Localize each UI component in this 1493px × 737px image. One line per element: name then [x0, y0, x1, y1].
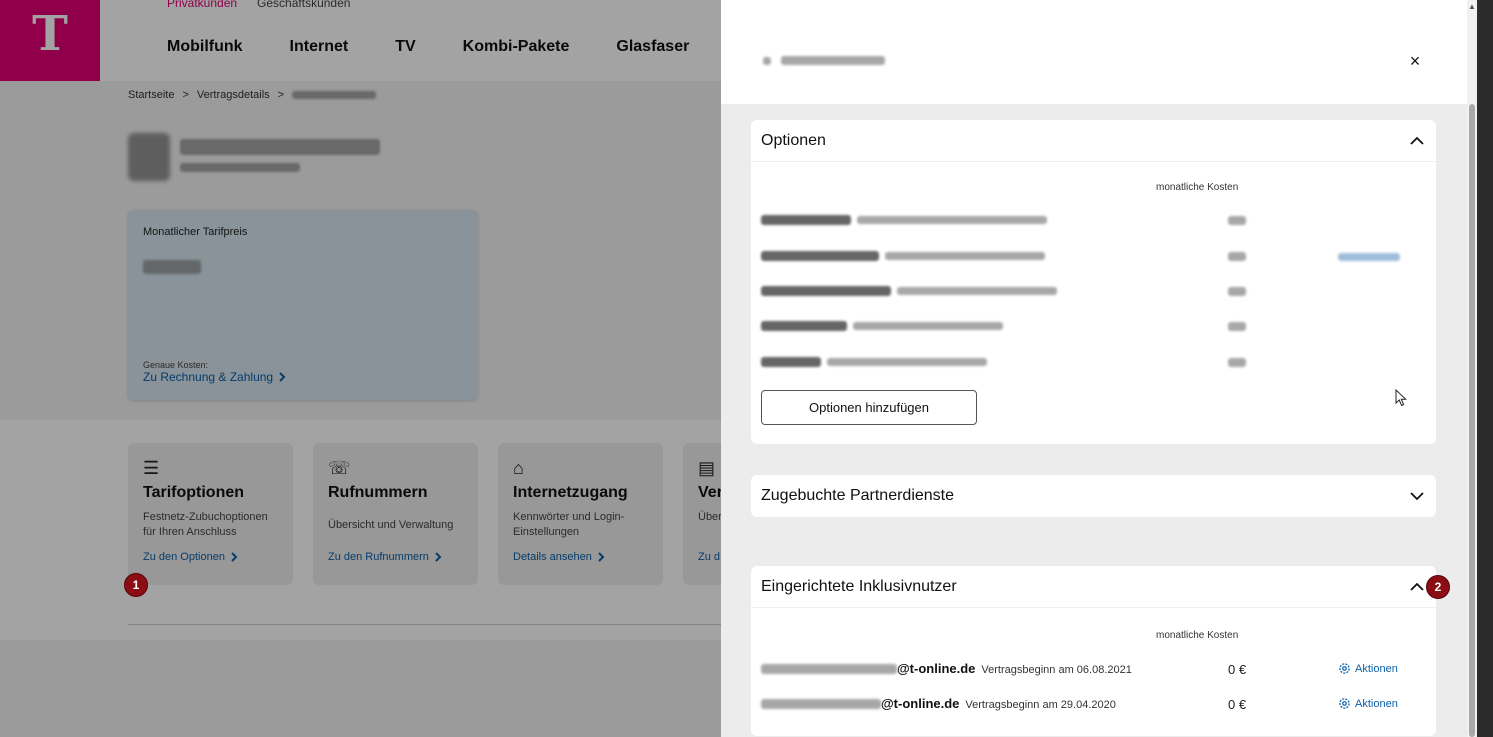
- option-start-redacted: [897, 287, 1057, 295]
- option-row: [761, 251, 1045, 261]
- option-start-redacted: [857, 216, 1047, 224]
- section-partnerdienste: Zugebuchte Partnerdienste: [751, 475, 1436, 517]
- user-actions-label: Aktionen: [1355, 662, 1398, 675]
- user-email-local-redacted: [761, 698, 881, 709]
- section-title: Zugebuchte Partnerdienste: [761, 487, 955, 504]
- mouse-cursor-icon: [1395, 389, 1407, 407]
- chevron-up-icon[interactable]: [1408, 132, 1426, 150]
- user-email-domain: @t-online.de: [881, 696, 960, 711]
- scrollbar-thumb[interactable]: [1469, 104, 1475, 737]
- section-optionen: Optionen monatliche Kosten Optionen hinz…: [751, 120, 1436, 444]
- section-inklusivnutzer-header[interactable]: Eingerichtete Inklusivnutzer: [751, 566, 1436, 608]
- option-name-redacted: [761, 357, 821, 367]
- panel-title-icon-redacted: [763, 56, 771, 65]
- scroll-up-arrow-icon[interactable]: ▲: [1468, 2, 1476, 11]
- panel-title-text-redacted: [781, 56, 885, 65]
- user-actions-link[interactable]: Aktionen: [1338, 662, 1398, 675]
- option-cost-redacted: [1228, 358, 1246, 367]
- close-icon: ×: [1409, 50, 1421, 71]
- option-action-redacted[interactable]: [1338, 253, 1400, 261]
- option-cost-redacted: [1228, 322, 1246, 331]
- option-cost-redacted: [1228, 252, 1246, 261]
- gear-icon: [1339, 698, 1350, 709]
- option-start-redacted: [853, 322, 1003, 330]
- window-edge: [1477, 0, 1493, 737]
- user-email-local-redacted: [761, 663, 897, 674]
- user-actions-link[interactable]: Aktionen: [1338, 697, 1398, 710]
- section-title: Eingerichtete Inklusivnutzer: [761, 577, 957, 595]
- section-title: Optionen: [761, 131, 826, 149]
- user-contract-start: Vertragsbeginn am 06.08.2021: [981, 664, 1132, 676]
- close-button[interactable]: ×: [1404, 50, 1426, 72]
- user-row: @t-online.de Vertragsbeginn am 29.04.202…: [761, 696, 1116, 711]
- section-partnerdienste-header[interactable]: Zugebuchte Partnerdienste: [751, 475, 1436, 517]
- contract-detail-panel: × Optionen monatliche Kosten Optionen hi…: [721, 0, 1477, 737]
- panel-header: ×: [721, 0, 1467, 104]
- option-name-redacted: [761, 286, 891, 296]
- user-row: @t-online.de Vertragsbeginn am 06.08.202…: [761, 661, 1132, 676]
- chevron-up-icon[interactable]: [1408, 578, 1426, 596]
- user-cost: 0 €: [1228, 662, 1247, 677]
- option-row: [761, 357, 987, 367]
- cost-column-header: monatliche Kosten: [1156, 182, 1239, 193]
- option-start-redacted: [827, 358, 987, 366]
- option-row: [761, 321, 1003, 331]
- option-cost-redacted: [1228, 216, 1246, 225]
- add-options-button[interactable]: Optionen hinzufügen: [761, 390, 977, 425]
- option-row: [761, 286, 1057, 296]
- option-name-redacted: [761, 251, 879, 261]
- option-name-redacted: [761, 321, 847, 331]
- gear-icon: [1339, 663, 1350, 674]
- user-actions-label: Aktionen: [1355, 697, 1398, 710]
- panel-scrollbar[interactable]: ▲: [1467, 0, 1477, 737]
- section-inklusivnutzer: Eingerichtete Inklusivnutzer monatliche …: [751, 566, 1436, 736]
- chevron-down-icon[interactable]: [1408, 487, 1426, 505]
- panel-title-redacted: [763, 56, 885, 65]
- user-email-domain: @t-online.de: [897, 661, 976, 676]
- option-cost-redacted: [1228, 287, 1246, 296]
- option-row: [761, 215, 1047, 225]
- section-optionen-header[interactable]: Optionen: [751, 120, 1436, 162]
- user-contract-start: Vertragsbeginn am 29.04.2020: [965, 699, 1116, 711]
- option-start-redacted: [885, 252, 1045, 260]
- user-cost: 0 €: [1228, 697, 1247, 712]
- annotation-marker-2: 2: [1426, 575, 1450, 599]
- annotation-marker-1: 1: [124, 573, 148, 597]
- cost-column-header: monatliche Kosten: [1156, 630, 1239, 641]
- option-name-redacted: [761, 215, 851, 225]
